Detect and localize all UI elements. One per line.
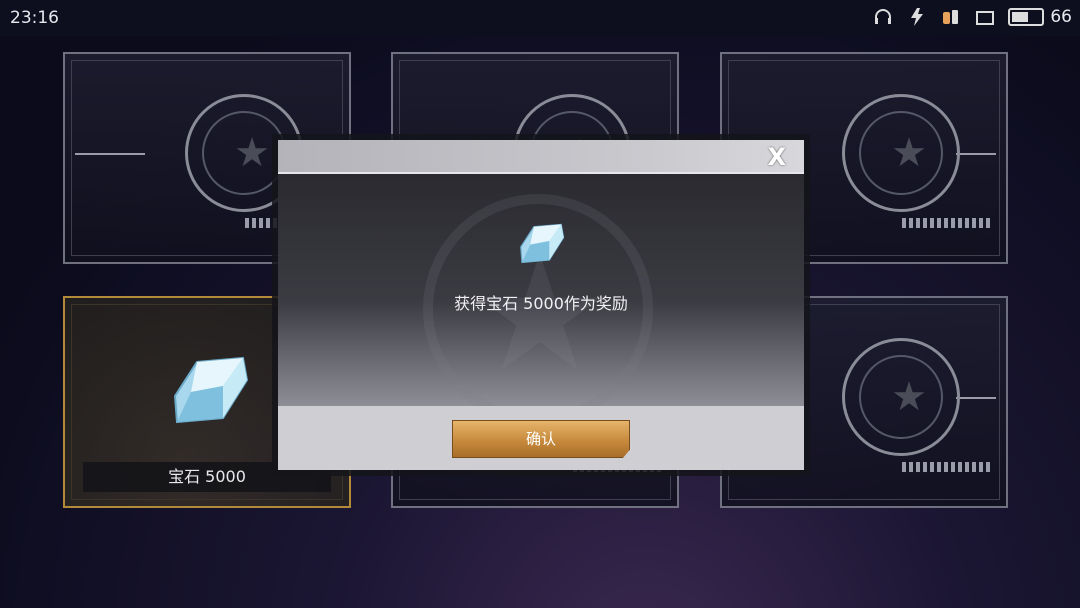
emblem-icon: ★ xyxy=(234,130,270,176)
signal-icon xyxy=(911,8,924,26)
battery-level: 66 xyxy=(1050,7,1072,27)
dialog-footer: 确认 xyxy=(278,406,804,470)
battery-icon xyxy=(1008,8,1045,26)
status-bar: 23:16 66 xyxy=(0,0,1080,36)
card-barcode xyxy=(902,218,992,228)
reward-dialog: X ★ 获得宝石 5000作为奖励 确认 xyxy=(278,140,804,470)
card-decor-line xyxy=(956,397,996,399)
screen-icon xyxy=(976,11,995,25)
notification-icon xyxy=(943,10,959,24)
card-barcode xyxy=(902,462,992,472)
confirm-button[interactable]: 确认 xyxy=(452,420,630,458)
card-decor-line xyxy=(956,153,996,155)
dialog-header: X xyxy=(278,140,804,174)
status-icons: 66 xyxy=(872,6,1072,28)
headset-icon xyxy=(875,9,892,24)
battery-indicator: 66 xyxy=(1008,7,1072,27)
gem-icon xyxy=(520,223,565,264)
card-decor-line xyxy=(75,153,145,155)
gem-icon xyxy=(173,356,249,424)
emblem-icon: ★ xyxy=(891,130,927,176)
clock: 23:16 xyxy=(10,8,59,28)
dialog-body: ★ 获得宝石 5000作为奖励 xyxy=(278,174,804,406)
emblem-icon: ★ xyxy=(891,374,927,420)
reward-message: 获得宝石 5000作为奖励 xyxy=(454,294,628,313)
close-button[interactable]: X xyxy=(767,143,786,171)
